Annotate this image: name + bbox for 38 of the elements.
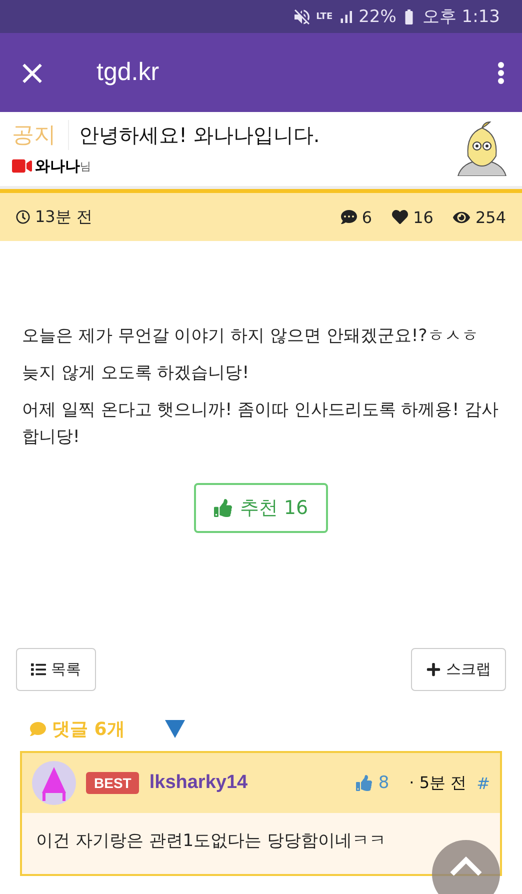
post-paragraph: 오늘은 제가 무언갈 이야기 하지 않으면 안돼겠군요!?ㅎㅅㅎ [22, 325, 480, 348]
post-title: 안녕하세요! 와나나입니다. [79, 122, 320, 148]
avatar-icon [32, 761, 76, 805]
view-count: 254 [475, 208, 506, 226]
post-paragraph: 늦지 않게 오도록 하겠습니당! [22, 362, 250, 385]
category-label: 공지 [12, 120, 69, 150]
best-badge: BEST [86, 772, 140, 794]
scrap-button[interactable]: 스크랩 [411, 648, 506, 691]
comment-icon [30, 721, 46, 737]
clock: 오후 1:13 [422, 6, 500, 28]
post-paragraph: 어제 일찍 온다고 햇으니까! 좀이따 인사드리도록 하께용! 감사합니당! [22, 399, 500, 449]
clock-icon [16, 210, 30, 224]
post-time: 13분 전 [35, 206, 92, 228]
menu-button[interactable] [498, 62, 504, 84]
battery-percent: 22% [358, 6, 396, 26]
comment-anchor-link[interactable]: # [476, 774, 490, 792]
plus-icon [426, 662, 441, 677]
list-icon [31, 662, 46, 677]
comment-time: · 5분 전 [409, 772, 467, 794]
author-name[interactable]: 와나나 [35, 156, 80, 176]
comment-text: 이건 자기랑은 관련1도없다는 당당함이네ㅋㅋ [22, 813, 500, 874]
thumbs-up-icon [356, 775, 372, 791]
network-label: LTE [316, 12, 333, 22]
list-button[interactable]: 목록 [16, 648, 96, 691]
comment-icon [340, 209, 357, 225]
chevron-up-icon [450, 856, 482, 876]
recommend-button[interactable]: 추천 16 [194, 483, 328, 533]
more-icon [498, 62, 504, 84]
mute-icon [292, 6, 312, 26]
comment-author[interactable]: lksharky14 [149, 772, 346, 794]
comment-count: 6 [362, 208, 372, 226]
like-count: 16 [413, 208, 434, 226]
heart-icon [392, 209, 408, 225]
close-button[interactable]: × [18, 56, 46, 90]
thumbs-up-icon [214, 499, 232, 517]
page-title: tgd.kr [96, 58, 160, 87]
expand-caret-icon[interactable] [164, 720, 185, 738]
author-suffix: 님 [80, 158, 91, 174]
